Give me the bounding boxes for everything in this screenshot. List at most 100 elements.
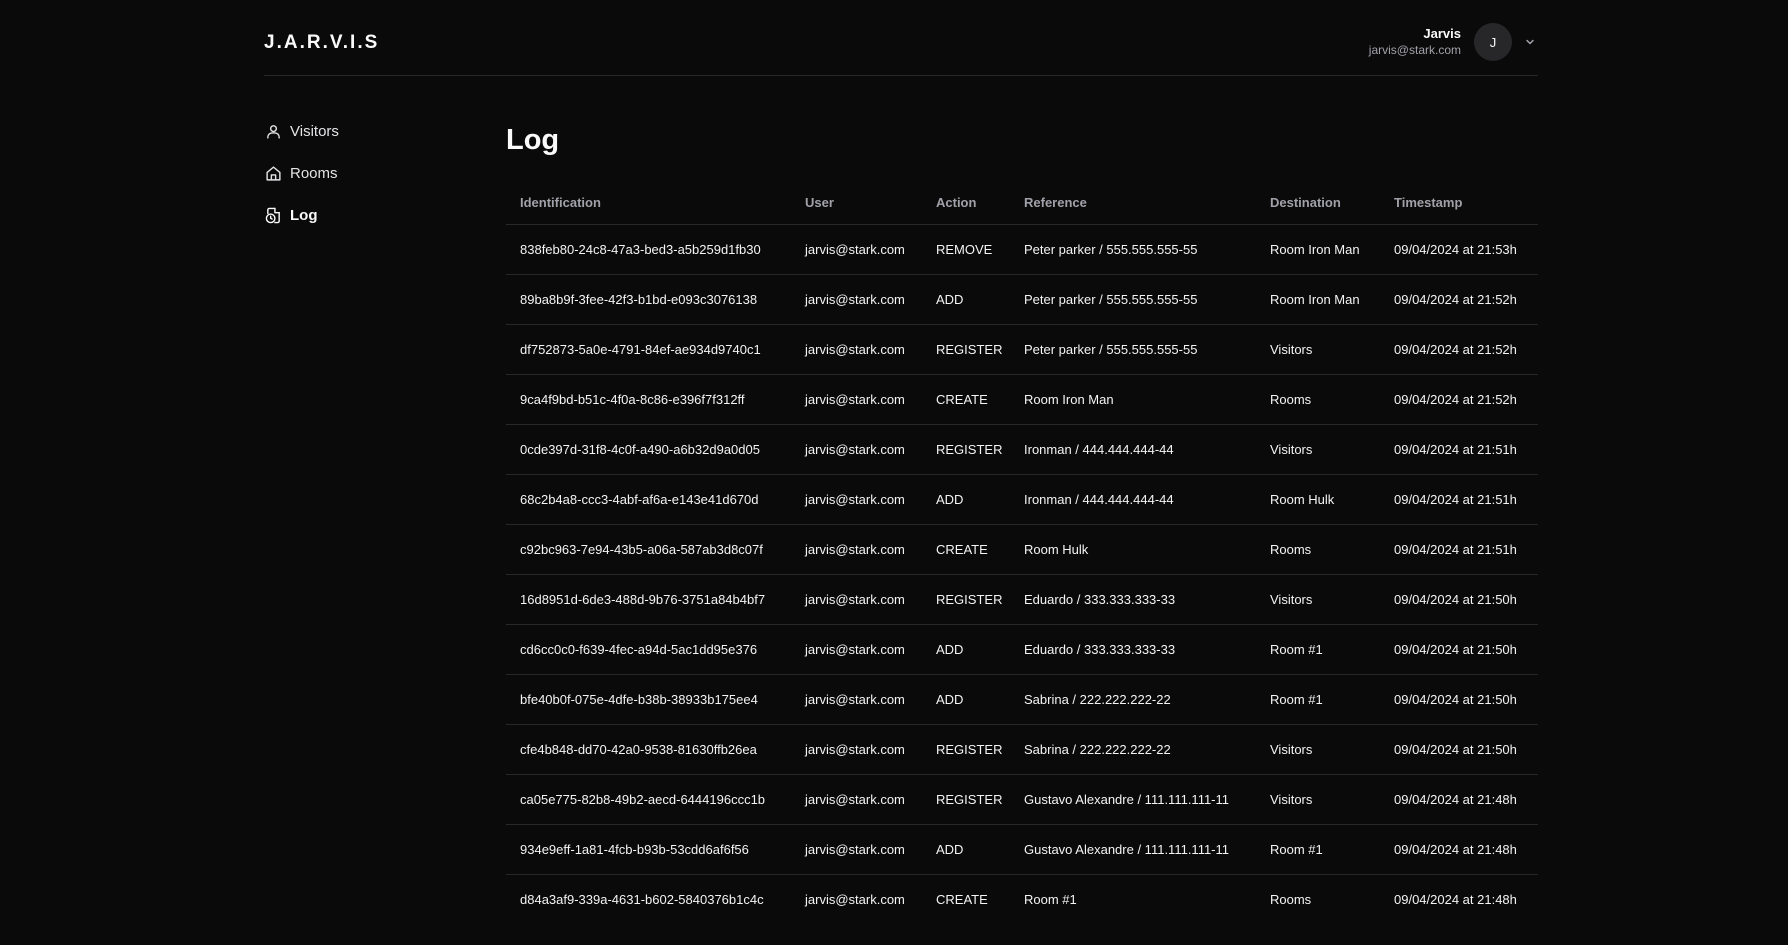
cell-identification: 89ba8b9f-3fee-42f3-b1bd-e093c3076138 — [506, 274, 791, 325]
table-row[interactable]: 16d8951d-6de3-488d-9b76-3751a84b4bf7 jarv… — [506, 574, 1538, 625]
main-content: Log Identification User Action Reference Des… — [506, 120, 1538, 924]
cell-timestamp: 09/04/2024 at 21:51h — [1380, 474, 1538, 525]
cell-user: jarvis@stark.com — [791, 624, 922, 675]
avatar[interactable]: J — [1474, 23, 1512, 61]
cell-user: jarvis@stark.com — [791, 324, 922, 375]
cell-destination: Visitors — [1256, 574, 1380, 625]
sidebar-item-visitors[interactable]: Visitors — [264, 120, 464, 142]
cell-reference: Sabrina / 222.222.222-22 — [1010, 674, 1256, 725]
cell-timestamp: 09/04/2024 at 21:48h — [1380, 824, 1538, 875]
cell-user: jarvis@stark.com — [791, 424, 922, 475]
home-icon — [264, 164, 282, 182]
chevron-down-icon[interactable] — [1522, 34, 1538, 50]
table-row[interactable]: c92bc963-7e94-43b5-a06a-587ab3d8c07f jarv… — [506, 524, 1538, 575]
cell-identification: d84a3af9-339a-4631-b602-5840376b1c4c — [520, 892, 764, 907]
cell-reference: Gustavo Alexandre / 111.111.111-11 — [1010, 824, 1256, 875]
cell-reference: Room #1 — [1024, 892, 1077, 907]
cell-action: REMOVE — [922, 224, 1010, 275]
cell-timestamp: 09/04/2024 at 21:50h — [1380, 724, 1538, 775]
cell-action: CREATE — [936, 892, 988, 907]
cell-destination: Room #1 — [1256, 624, 1380, 675]
cell-destination: Visitors — [1256, 324, 1380, 375]
cell-reference: Eduardo / 333.333.333-33 — [1010, 624, 1256, 675]
cell-timestamp: 09/04/2024 at 21:53h — [1380, 224, 1538, 275]
cell-destination: Room Iron Man — [1256, 224, 1380, 275]
cell-reference: Sabrina / 222.222.222-22 — [1010, 724, 1256, 775]
table-row[interactable]: d84a3af9-339a-4631-b602-5840376b1c4c jarv… — [506, 875, 1538, 925]
log-icon — [264, 206, 282, 224]
cell-action: CREATE — [922, 524, 1010, 575]
cell-timestamp: 09/04/2024 at 21:48h — [1394, 892, 1517, 907]
table-row[interactable]: 89ba8b9f-3fee-42f3-b1bd-e093c3076138 jarv… — [506, 274, 1538, 325]
cell-user: jarvis@stark.com — [791, 674, 922, 725]
cell-user: jarvis@stark.com — [791, 274, 922, 325]
cell-user: jarvis@stark.com — [791, 224, 922, 275]
column-header-reference: Reference — [1010, 180, 1256, 225]
cell-identification: 16d8951d-6de3-488d-9b76-3751a84b4bf7 — [506, 574, 791, 625]
cell-timestamp: 09/04/2024 at 21:50h — [1380, 624, 1538, 675]
table-row[interactable]: df752873-5a0e-4791-84ef-ae934d9740c1 jarv… — [506, 324, 1538, 375]
cell-action: REGISTER — [922, 574, 1010, 625]
cell-timestamp: 09/04/2024 at 21:52h — [1380, 274, 1538, 325]
log-table: Identification User Action Reference Destina… — [506, 180, 1538, 924]
user-icon — [264, 122, 282, 140]
cell-reference: Room Hulk — [1010, 524, 1256, 575]
sidebar: Visitors Rooms Log — [264, 120, 464, 246]
cell-timestamp: 09/04/2024 at 21:48h — [1380, 774, 1538, 825]
table-row[interactable]: bfe40b0f-075e-4dfe-b38b-38933b175ee4 jarv… — [506, 674, 1538, 725]
table-row[interactable]: ca05e775-82b8-49b2-aecd-6444196ccc1b jarv… — [506, 774, 1538, 825]
cell-destination: Room Hulk — [1256, 474, 1380, 525]
table-row[interactable]: 838feb80-24c8-47a3-bed3-a5b259d1fb30 jarv… — [506, 224, 1538, 275]
cell-reference: Peter parker / 555.555.555-55 — [1010, 224, 1256, 275]
sidebar-item-rooms[interactable]: Rooms — [264, 162, 464, 184]
table-row[interactable]: 0cde397d-31f8-4c0f-a490-a6b32d9a0d05 jarv… — [506, 424, 1538, 475]
app-logo[interactable]: J.A.R.V.I.S — [264, 32, 379, 54]
cell-reference: Gustavo Alexandre / 111.111.111-11 — [1010, 774, 1256, 825]
cell-identification: 934e9eff-1a81-4fcb-b93b-53cdd6af6f56 — [506, 824, 791, 875]
cell-identification: 68c2b4a8-ccc3-4abf-af6a-e143e41d670d — [506, 474, 791, 525]
cell-timestamp: 09/04/2024 at 21:51h — [1380, 424, 1538, 475]
cell-user: jarvis@stark.com — [791, 774, 922, 825]
page-title: Log — [506, 124, 560, 156]
cell-identification: 9ca4f9bd-b51c-4f0a-8c86-e396f7f312ff — [506, 374, 791, 425]
cell-destination: Rooms — [1256, 374, 1380, 425]
header: J.A.R.V.I.S Jarvis jarvis@stark.com J — [264, 0, 1538, 76]
cell-action: ADD — [922, 674, 1010, 725]
cell-destination: Room #1 — [1256, 674, 1380, 725]
column-header-action: Action — [922, 180, 1010, 225]
table-row[interactable]: cfe4b848-dd70-42a0-9538-81630ffb26ea jarv… — [506, 724, 1538, 775]
sidebar-item-label: Rooms — [290, 164, 338, 182]
column-header-destination: Destination — [1256, 180, 1380, 225]
cell-user: jarvis@stark.com — [805, 892, 905, 907]
cell-action: REGISTER — [922, 724, 1010, 775]
user-info: Jarvis jarvis@stark.com — [1369, 26, 1461, 59]
table-row[interactable]: cd6cc0c0-f639-4fec-a94d-5ac1dd95e376 jarv… — [506, 624, 1538, 675]
cell-destination: Room #1 — [1256, 824, 1380, 875]
cell-action: ADD — [922, 274, 1010, 325]
cell-reference: Room Iron Man — [1010, 374, 1256, 425]
user-menu[interactable]: Jarvis jarvis@stark.com J — [1369, 23, 1538, 61]
table-body: 838feb80-24c8-47a3-bed3-a5b259d1fb30 jarv… — [506, 224, 1538, 925]
cell-identification: 0cde397d-31f8-4c0f-a490-a6b32d9a0d05 — [506, 424, 791, 475]
user-email: jarvis@stark.com — [1368, 42, 1461, 57]
cell-identification: bfe40b0f-075e-4dfe-b38b-38933b175ee4 — [506, 674, 791, 725]
cell-timestamp: 09/04/2024 at 21:50h — [1380, 674, 1538, 725]
cell-destination: Rooms — [1270, 892, 1312, 907]
cell-identification: ca05e775-82b8-49b2-aecd-6444196ccc1b — [506, 774, 791, 825]
cell-user: jarvis@stark.com — [791, 474, 922, 525]
table-row[interactable]: 68c2b4a8-ccc3-4abf-af6a-e143e41d670d jarv… — [506, 474, 1538, 525]
cell-destination: Rooms — [1256, 524, 1380, 575]
cell-action: ADD — [922, 824, 1010, 875]
cell-destination: Visitors — [1256, 774, 1380, 825]
cell-user: jarvis@stark.com — [791, 724, 922, 775]
sidebar-item-log[interactable]: Log — [264, 204, 464, 226]
column-header-timestamp: Timestamp — [1380, 180, 1538, 225]
cell-identification: c92bc963-7e94-43b5-a06a-587ab3d8c07f — [506, 524, 791, 575]
cell-user: jarvis@stark.com — [791, 574, 922, 625]
cell-user: jarvis@stark.com — [791, 524, 922, 575]
cell-timestamp: 09/04/2024 at 21:50h — [1380, 574, 1538, 625]
table-row[interactable]: 934e9eff-1a81-4fcb-b93b-53cdd6af6f56 jarv… — [506, 824, 1538, 875]
table-row[interactable]: 9ca4f9bd-b51c-4f0a-8c86-e396f7f312ff jarv… — [506, 374, 1538, 425]
cell-reference: Ironman / 444.444.444-44 — [1010, 474, 1256, 525]
cell-identification: cfe4b848-dd70-42a0-9538-81630ffb26ea — [506, 724, 791, 775]
